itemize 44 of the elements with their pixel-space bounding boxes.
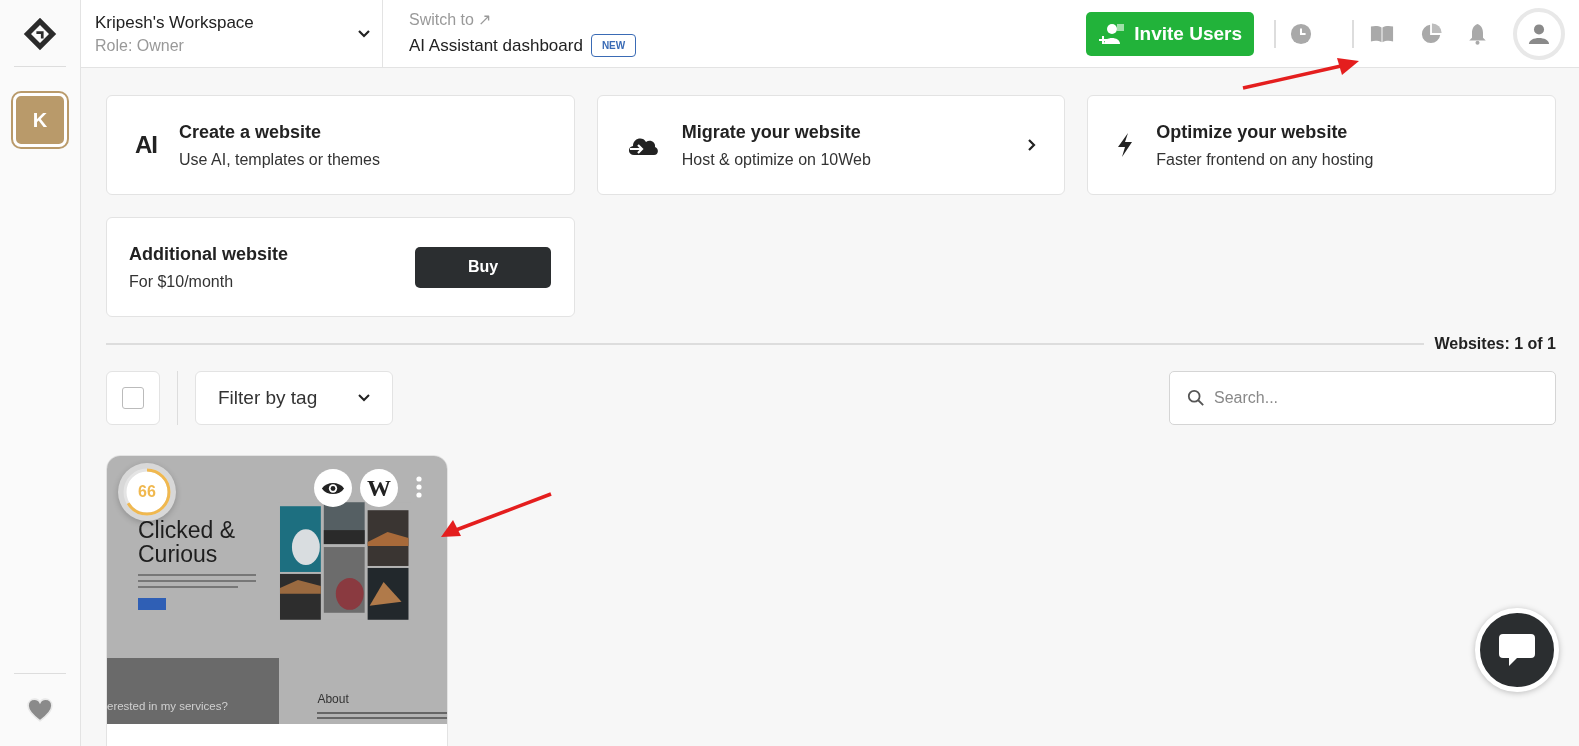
preview-button-drawing	[138, 598, 166, 611]
card-subtitle: Host & optimize on 10Web	[681, 150, 872, 169]
preview-banner-text: erested in my services?	[107, 700, 228, 712]
card-title: Create a website	[179, 121, 323, 143]
action-card[interactable]: Migrate your website Host & optimize on 10Web	[596, 95, 1066, 195]
wordpress-button[interactable]: W	[360, 469, 398, 507]
chevron-down-icon	[358, 394, 370, 402]
card-subtitle: Use AI, templates or themes	[179, 150, 381, 169]
more-options-icon[interactable]	[416, 476, 422, 498]
pie-chart-icon[interactable]	[1420, 22, 1442, 45]
card-title: Migrate your website	[681, 121, 862, 143]
search-icon	[1187, 389, 1205, 407]
card-title: Optimize your website	[1156, 121, 1349, 143]
logo-icon[interactable]	[22, 16, 58, 52]
add-user-icon	[1098, 21, 1127, 46]
addon-price: For $10/month	[129, 272, 235, 291]
filter-dropdown[interactable]: Filter by tag	[195, 371, 393, 425]
search-field[interactable]: Search...	[1169, 371, 1556, 425]
dashboard-link[interactable]: AI Assistant dashboard	[409, 35, 583, 56]
card-subtitle: Faster frontend on any hosting	[1156, 150, 1375, 169]
ai-icon: AI	[135, 131, 157, 159]
preview-section-heading: About	[317, 692, 350, 706]
heart-icon[interactable]	[27, 698, 53, 722]
action-card[interactable]: AI Create a website Use AI, templates or themes	[106, 95, 575, 195]
action-card[interactable]: Optimize your website Faster frontend on any hosting	[1087, 95, 1556, 195]
buy-button[interactable]: Buy	[415, 246, 551, 288]
bell-icon[interactable]	[1468, 22, 1487, 45]
lightning-icon	[1116, 132, 1135, 158]
new-badge: NEW	[590, 34, 637, 57]
score-value: 66	[138, 483, 156, 501]
chevron-down-icon	[358, 29, 370, 38]
website-card[interactable]: Clicked & Curious erested in my services? About 66 W	[106, 455, 448, 746]
websites-count: Websites: 1 of 1	[1434, 335, 1556, 353]
switch-label: Switch to ↗	[409, 10, 493, 29]
select-all-checkbox[interactable]	[122, 387, 144, 409]
clock-icon[interactable]	[1290, 22, 1312, 45]
book-icon[interactable]	[1370, 23, 1394, 44]
preview-button[interactable]	[314, 469, 352, 507]
addon-title: Additional website	[129, 243, 289, 265]
user-avatar[interactable]	[1513, 7, 1565, 60]
eye-icon	[321, 480, 345, 496]
preview-headline: Clicked & Curious	[138, 518, 237, 567]
chat-button[interactable]	[1475, 608, 1559, 692]
user-icon	[1528, 22, 1550, 45]
